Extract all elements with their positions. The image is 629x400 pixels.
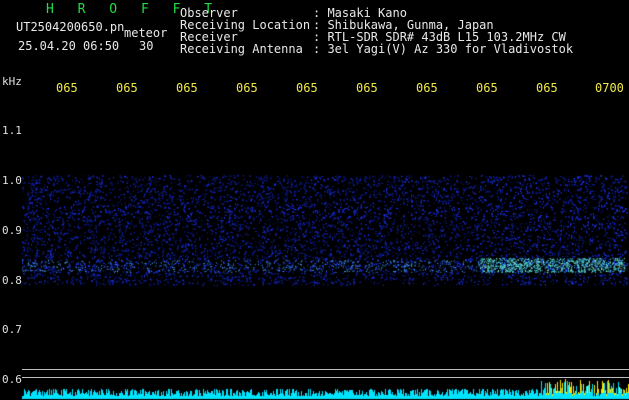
meta-value-antenna: : 3el Yagi(V) Az 330 for Vladivostok	[313, 42, 574, 56]
time-tick: 065	[176, 81, 198, 95]
reference-line-upper	[22, 369, 629, 370]
y-unit: kHz	[2, 75, 22, 88]
time-tick: 065	[116, 81, 138, 95]
y-tick: 0.8	[2, 274, 22, 287]
mode-label: meteor	[124, 26, 168, 40]
y-tick: 1.0	[2, 174, 22, 187]
time-tick: 065	[296, 81, 318, 95]
count: 30	[139, 39, 154, 53]
time-tick: 065	[56, 81, 78, 95]
time-tick: 065	[536, 81, 558, 95]
reference-line-lower	[22, 377, 629, 378]
datetime: 25.04.20 06:50	[18, 39, 120, 53]
time-tick: 065	[476, 81, 498, 95]
meta-values: : Masaki Kano : Shibukawa, Gunma, Japan …	[313, 7, 573, 55]
y-tick: 0.7	[2, 323, 22, 336]
meta-labels: Observer Receiving Location Receiver Rec…	[180, 7, 310, 55]
time-tick: 065	[356, 81, 378, 95]
time-tick: 0700	[595, 81, 624, 95]
spectrogram	[0, 0, 629, 400]
file-name: UT2504200650.pn	[16, 20, 125, 34]
y-tick: 0.6	[2, 373, 22, 386]
time-tick: 065	[416, 81, 438, 95]
y-tick: 1.1	[2, 124, 22, 137]
y-tick: 0.9	[2, 224, 22, 237]
meta-label-antenna: Receiving Antenna	[180, 42, 303, 56]
time-tick: 065	[236, 81, 258, 95]
